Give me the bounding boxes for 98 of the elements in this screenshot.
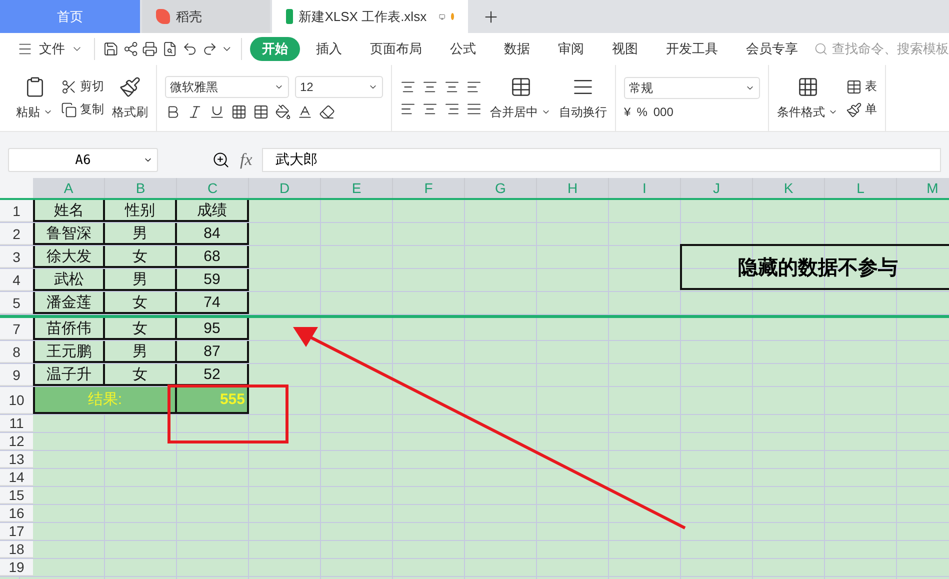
table-cell: 女 bbox=[105, 292, 177, 314]
ribbon-tab[interactable]: 视图 bbox=[600, 37, 650, 61]
ribbon-tab[interactable]: 会员专享 bbox=[734, 37, 810, 61]
table-cell: 武松 bbox=[33, 269, 105, 291]
redo-icon bbox=[202, 41, 218, 57]
table-cell: 男 bbox=[105, 223, 177, 245]
number-format-select[interactable]: 常规 bbox=[624, 77, 760, 99]
format-painter-button[interactable]: 格式刷 bbox=[112, 76, 148, 120]
font-size-select[interactable]: 12 bbox=[295, 76, 383, 98]
row-header[interactable]: 3 bbox=[0, 246, 33, 268]
wrap-text-button[interactable]: 自动换行 bbox=[559, 76, 607, 120]
currency-button[interactable]: ¥ bbox=[624, 105, 631, 119]
cut-button[interactable]: 剪切 bbox=[61, 78, 104, 95]
ribbon-tab[interactable]: 页面布局 bbox=[358, 37, 434, 61]
table-cell: 成绩 bbox=[177, 200, 249, 222]
row-header[interactable]: 18 bbox=[0, 541, 33, 558]
table-cell: 潘金莲 bbox=[33, 292, 105, 314]
table-cell: 女 bbox=[105, 246, 177, 268]
table-cell: 84 bbox=[177, 223, 249, 245]
row-header[interactable]: 9 bbox=[0, 364, 33, 386]
share-icon bbox=[122, 41, 138, 57]
tab[interactable]: 新建XLSX 工作表.xlsx bbox=[272, 0, 468, 33]
row-header[interactable]: 7 bbox=[0, 318, 33, 340]
text-box: 隐藏的数据不参与 bbox=[680, 244, 949, 290]
file-menu[interactable]: 文件 bbox=[14, 40, 86, 58]
table-cell: 徐大发 bbox=[33, 246, 105, 268]
table-cell: 性别 bbox=[105, 200, 177, 222]
table-icon bbox=[846, 78, 862, 94]
eraser-icon bbox=[319, 104, 335, 120]
align-middle-icon bbox=[422, 79, 438, 95]
table-cell: 59 bbox=[177, 269, 249, 291]
table-cell: 女 bbox=[105, 318, 177, 340]
font-select[interactable]: 微软雅黑 bbox=[165, 76, 289, 98]
align-center-icon bbox=[422, 101, 438, 117]
cell-style-button[interactable]: 单 bbox=[846, 101, 877, 118]
zoom-icon bbox=[212, 151, 230, 169]
table-cell: 95 bbox=[177, 318, 249, 340]
row-header[interactable]: 12 bbox=[0, 433, 33, 450]
justify-icon bbox=[466, 101, 482, 117]
table-cell: 鲁智深 bbox=[33, 223, 105, 245]
function-label: fx bbox=[240, 150, 252, 170]
row-header[interactable]: 17 bbox=[0, 523, 33, 540]
table-cell: 68 bbox=[177, 246, 249, 268]
save-icon bbox=[102, 41, 119, 57]
print-preview-icon bbox=[162, 41, 178, 57]
paintbrush-icon bbox=[119, 76, 141, 98]
table-cell: 姓名 bbox=[33, 200, 105, 222]
row-header[interactable]: 1 bbox=[0, 200, 33, 222]
row-header[interactable]: 4 bbox=[0, 269, 33, 291]
grid-icon bbox=[796, 76, 818, 98]
font-color-icon bbox=[297, 104, 313, 120]
copy-icon bbox=[61, 102, 77, 118]
align-right-icon bbox=[444, 101, 460, 117]
table-cell: 74 bbox=[177, 292, 249, 314]
table-cell: 王元鹏 bbox=[33, 341, 105, 363]
row-header[interactable]: 5 bbox=[0, 292, 33, 314]
tab[interactable]: 稻壳 bbox=[142, 0, 270, 33]
merge-center-button[interactable]: 合并居中 bbox=[490, 76, 551, 120]
row-header[interactable]: 11 bbox=[0, 415, 33, 432]
select-all-corner[interactable] bbox=[0, 178, 33, 198]
table-cell: 87 bbox=[177, 341, 249, 363]
paste-button[interactable]: 粘贴 bbox=[16, 76, 53, 120]
percent-button[interactable]: % bbox=[636, 105, 648, 119]
search-icon bbox=[814, 42, 828, 56]
undo-icon bbox=[182, 41, 198, 57]
row-header[interactable]: 14 bbox=[0, 469, 33, 486]
merge-cells-icon bbox=[510, 76, 532, 98]
ribbon-tab[interactable]: 审阅 bbox=[546, 37, 596, 61]
row-header[interactable]: 19 bbox=[0, 559, 33, 576]
name-box[interactable]: A6 bbox=[8, 148, 158, 172]
print-icon bbox=[142, 41, 158, 57]
ribbon-tab[interactable]: 数据 bbox=[492, 37, 542, 61]
ribbon-tab[interactable]: 插入 bbox=[304, 37, 354, 61]
border-icon bbox=[231, 104, 247, 120]
conditional-format-button[interactable]: 条件格式 bbox=[777, 76, 838, 120]
copy-button[interactable]: 复制 bbox=[61, 101, 104, 118]
align-left-icon bbox=[400, 101, 416, 117]
italic-icon bbox=[187, 104, 203, 120]
table-cell: 男 bbox=[105, 269, 177, 291]
fill-color-icon bbox=[275, 104, 291, 120]
menu-icon bbox=[17, 41, 33, 57]
ribbon-tab[interactable]: 公式 bbox=[438, 37, 488, 61]
row-header[interactable]: 16 bbox=[0, 505, 33, 522]
thousands-button[interactable]: 000 bbox=[653, 105, 674, 119]
formula-input[interactable]: 武大郎 bbox=[262, 148, 941, 172]
underline-icon bbox=[209, 104, 225, 120]
ribbon-tab[interactable]: 开发工具 bbox=[654, 37, 730, 61]
table-cell: 苗侨伟 bbox=[33, 318, 105, 340]
table-style-button[interactable]: 表 bbox=[846, 78, 877, 95]
row-header[interactable]: 2 bbox=[0, 223, 33, 245]
row-header[interactable]: 15 bbox=[0, 487, 33, 504]
result-value: 555 bbox=[177, 387, 249, 414]
row-header[interactable]: 13 bbox=[0, 451, 33, 468]
table-cell: 男 bbox=[105, 341, 177, 363]
row-header[interactable]: 8 bbox=[0, 341, 33, 363]
row-header[interactable]: 10 bbox=[0, 387, 33, 414]
scissors-icon bbox=[61, 78, 77, 94]
result-label: 结果: bbox=[33, 387, 177, 414]
